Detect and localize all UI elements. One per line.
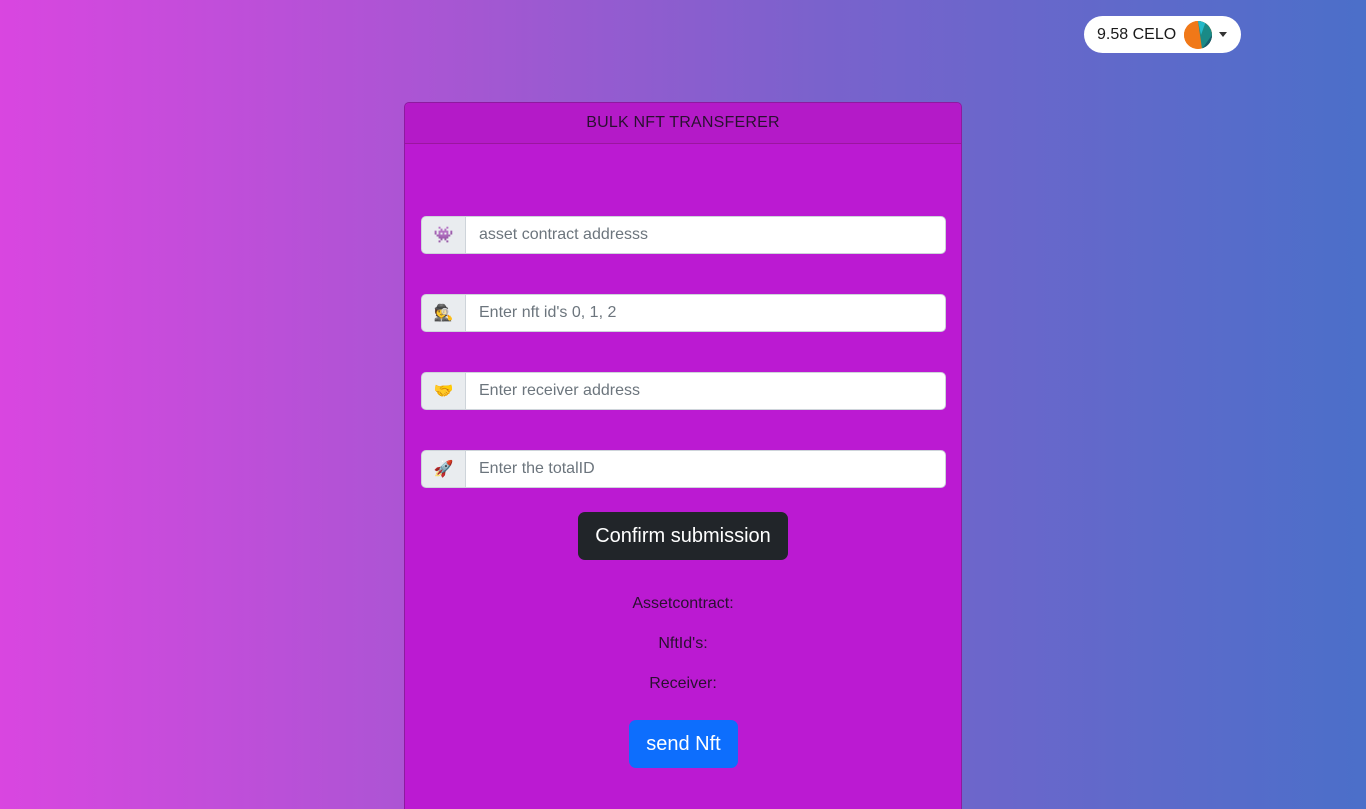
bulk-transfer-card: BULK NFT TRANSFERER 👾 🕵️ 🤝 🚀 Confirm sub…	[404, 102, 962, 809]
nft-ids-group: 🕵️	[421, 294, 946, 332]
caret-down-icon[interactable]	[1219, 32, 1228, 37]
nft-ids-summary: NftId's:	[658, 635, 708, 652]
total-id-input[interactable]	[466, 450, 946, 488]
asset-contract-summary: Assetcontract:	[632, 595, 734, 612]
asset-contract-group: 👾	[421, 216, 946, 254]
total-id-group: 🚀	[421, 450, 946, 488]
detective-icon: 🕵️	[421, 294, 466, 332]
handshake-icon: 🤝	[421, 372, 466, 410]
asset-contract-input[interactable]	[466, 216, 946, 254]
receiver-summary: Receiver:	[649, 675, 717, 692]
nft-ids-input[interactable]	[466, 294, 946, 332]
wallet-avatar-icon	[1184, 20, 1213, 49]
receiver-address-input[interactable]	[466, 372, 946, 410]
alien-monster-icon: 👾	[421, 216, 466, 254]
wallet-balance: 9.58 CELO	[1097, 25, 1177, 43]
confirm-submission-button[interactable]: Confirm submission	[578, 512, 788, 560]
wallet-account-button[interactable]: 9.58 CELO	[1084, 16, 1241, 53]
card-title: BULK NFT TRANSFERER	[405, 103, 961, 144]
receiver-group: 🤝	[421, 372, 946, 410]
send-nft-button[interactable]: send Nft	[629, 720, 738, 768]
rocket-icon: 🚀	[421, 450, 466, 488]
